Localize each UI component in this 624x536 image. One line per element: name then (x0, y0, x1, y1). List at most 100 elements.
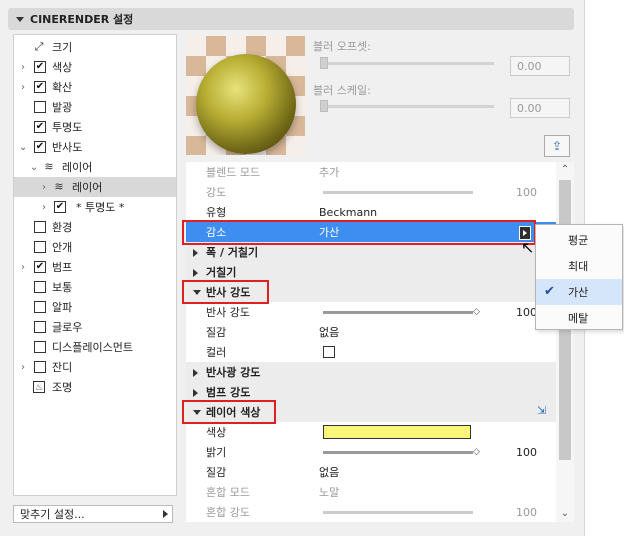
tree-item-label: * 투명도 * (76, 201, 125, 214)
checkbox-unchecked[interactable] (34, 301, 46, 313)
tree-item-label: 크기 (52, 41, 73, 54)
blur-offset-slider-track[interactable] (320, 62, 494, 65)
tree-item-label: 보통 (52, 281, 73, 294)
slider-diamond-icon[interactable]: ◇ (473, 307, 480, 317)
tree-item-luminance[interactable]: 발광 (14, 97, 176, 117)
blur-scale-input[interactable]: 0.00 (510, 98, 570, 118)
prop-color-check[interactable]: 컬러 (186, 342, 556, 362)
slider-diamond-icon[interactable]: ◇ (473, 447, 480, 457)
prop-value: 100 (516, 445, 537, 459)
checkbox-unchecked[interactable] (34, 361, 46, 373)
export-texture-button[interactable]: ⇪ (544, 135, 570, 157)
tree-item-environment[interactable]: 환경 (14, 217, 176, 237)
expand-arrow-icon[interactable]: › (19, 362, 27, 373)
prop-texture-2[interactable]: 질감 없음 (186, 462, 556, 482)
tree-item-illumination[interactable]: ♨ 조명 (14, 377, 176, 397)
menu-item-max[interactable]: 최대 (536, 253, 622, 279)
checkbox-unchecked[interactable] (34, 341, 46, 353)
checkbox-checked[interactable]: ✔ (54, 201, 66, 213)
tree-item-displacement[interactable]: 디스플레이스먼트 (14, 337, 176, 357)
expand-arrow-icon[interactable]: › (19, 62, 27, 73)
material-preview[interactable] (186, 36, 305, 155)
tree-item-transparency[interactable]: ✔ 투명도 (14, 117, 176, 137)
checkbox-checked[interactable]: ✔ (34, 61, 46, 73)
scroll-up-icon[interactable]: ⌃ (556, 164, 574, 175)
checkbox-unchecked[interactable] (34, 221, 46, 233)
expand-triangle-icon[interactable] (193, 249, 198, 257)
tree-item-fog[interactable]: 안개 (14, 237, 176, 257)
section-bump-strength[interactable]: 범프 강도 (186, 382, 556, 402)
checkbox-unchecked[interactable] (34, 281, 46, 293)
prop-value: 100 (516, 185, 537, 199)
prop-brightness[interactable]: 밝기 ◇ 100 (186, 442, 556, 462)
tree-item-layer-selected[interactable]: › ≋ 레이어 (14, 177, 176, 197)
menu-item-metal[interactable]: 메탈 (536, 305, 622, 331)
blur-offset-input[interactable]: 0.00 (510, 56, 570, 76)
tree-item-label: 투명도 (52, 121, 83, 134)
expand-arrow-icon[interactable]: › (40, 182, 48, 193)
menu-item-additive[interactable]: ✔ 가산 (536, 279, 622, 305)
scroll-down-icon[interactable]: ⌄ (556, 508, 574, 519)
prop-name: 질감 (206, 326, 227, 339)
expand-triangle-icon[interactable] (193, 389, 198, 397)
prop-strength[interactable]: 강도 100 (186, 182, 556, 202)
tree-item-glow[interactable]: 글로우 (14, 317, 176, 337)
tree-item-normal[interactable]: 보통 (14, 277, 176, 297)
checkbox-checked[interactable]: ✔ (34, 81, 46, 93)
tree-item-size[interactable]: ⤢ 크기 (14, 37, 176, 57)
tree-item-bump[interactable]: › ✔ 범프 (14, 257, 176, 277)
collapse-triangle-icon[interactable] (16, 16, 24, 22)
tree-item-color[interactable]: › ✔ 색상 (14, 57, 176, 77)
tree-item-label: 조명 (52, 381, 73, 394)
section-specular-strength[interactable]: 반사광 강도 (186, 362, 556, 382)
prop-mix-strength[interactable]: 혼합 강도 100 (186, 502, 556, 522)
checkbox-unchecked[interactable] (34, 241, 46, 253)
tree-item-alpha[interactable]: 알파 (14, 297, 176, 317)
prop-mix-mode[interactable]: 혼합 모드 노말 (186, 482, 556, 502)
prop-type[interactable]: 유형 Beckmann (186, 202, 556, 222)
tree-item-label: 안개 (52, 241, 73, 254)
color-checkbox[interactable] (323, 346, 335, 358)
mix-strength-slider[interactable] (323, 511, 473, 514)
expand-arrow-icon[interactable]: › (40, 202, 48, 213)
collapse-arrow-icon[interactable]: ⌄ (30, 162, 38, 173)
checkbox-unchecked[interactable] (34, 101, 46, 113)
tree-item-reflectance[interactable]: ⌄ ✔ 반사도 (14, 137, 176, 157)
color-swatch[interactable] (323, 425, 471, 439)
tree-item-label: 반사도 (52, 141, 83, 154)
prop-blend-mode[interactable]: 블렌드 모드 추가 (186, 162, 556, 182)
checkbox-checked[interactable]: ✔ (34, 121, 46, 133)
prop-value: 추가 (319, 166, 340, 179)
prop-texture[interactable]: 질감 없음 (186, 322, 556, 342)
section-width-roughness[interactable]: 폭 / 거칠기 (186, 242, 556, 262)
checkbox-unchecked[interactable] (34, 321, 46, 333)
brightness-slider[interactable] (323, 451, 473, 454)
expand-triangle-icon[interactable] (193, 369, 198, 377)
prop-color[interactable]: 색상 (186, 422, 556, 442)
tree-item-grass[interactable]: › 잔디 (14, 357, 176, 377)
checkbox-checked[interactable]: ✔ (34, 141, 46, 153)
expand-arrow-icon[interactable]: › (19, 262, 27, 273)
fit-settings-button[interactable]: 맞추기 설정... (13, 505, 173, 523)
copy-layer-icon[interactable]: ⇲ (537, 404, 553, 418)
blur-scale-slider-thumb[interactable] (320, 100, 328, 112)
expand-triangle-icon[interactable] (193, 269, 198, 277)
menu-item-average[interactable]: 평균 (536, 227, 622, 253)
reflection-strength-slider[interactable] (323, 311, 473, 314)
tree-item-diffuse[interactable]: › ✔ 확산 (14, 77, 176, 97)
checkbox-checked[interactable]: ✔ (34, 261, 46, 273)
section-roughness[interactable]: 거칠기 (186, 262, 556, 282)
prop-reflection-strength[interactable]: 반사 강도 ◇ 100 (186, 302, 556, 322)
collapse-arrow-icon[interactable]: ⌄ (19, 142, 27, 153)
tree-item-layer-transparency[interactable]: › ✔ * 투명도 * (14, 197, 176, 217)
blur-offset-slider-thumb[interactable] (320, 57, 328, 69)
menu-item-label: 가산 (568, 286, 589, 299)
strength-slider[interactable] (323, 191, 473, 194)
tree-item-layers-group[interactable]: ⌄ ≋ 레이어 (14, 157, 176, 177)
menu-item-label: 평균 (568, 234, 589, 247)
blur-scale-slider-track[interactable] (320, 105, 494, 108)
cinerender-settings-panel: CINERENDER 설정 ⤢ 크기 › ✔ 색상 › ✔ 확산 발광 ✔ 투명… (0, 0, 584, 536)
layers-icon: ≋ (54, 180, 64, 193)
panel-header[interactable]: CINERENDER 설정 (8, 8, 574, 30)
expand-arrow-icon[interactable]: › (19, 82, 27, 93)
